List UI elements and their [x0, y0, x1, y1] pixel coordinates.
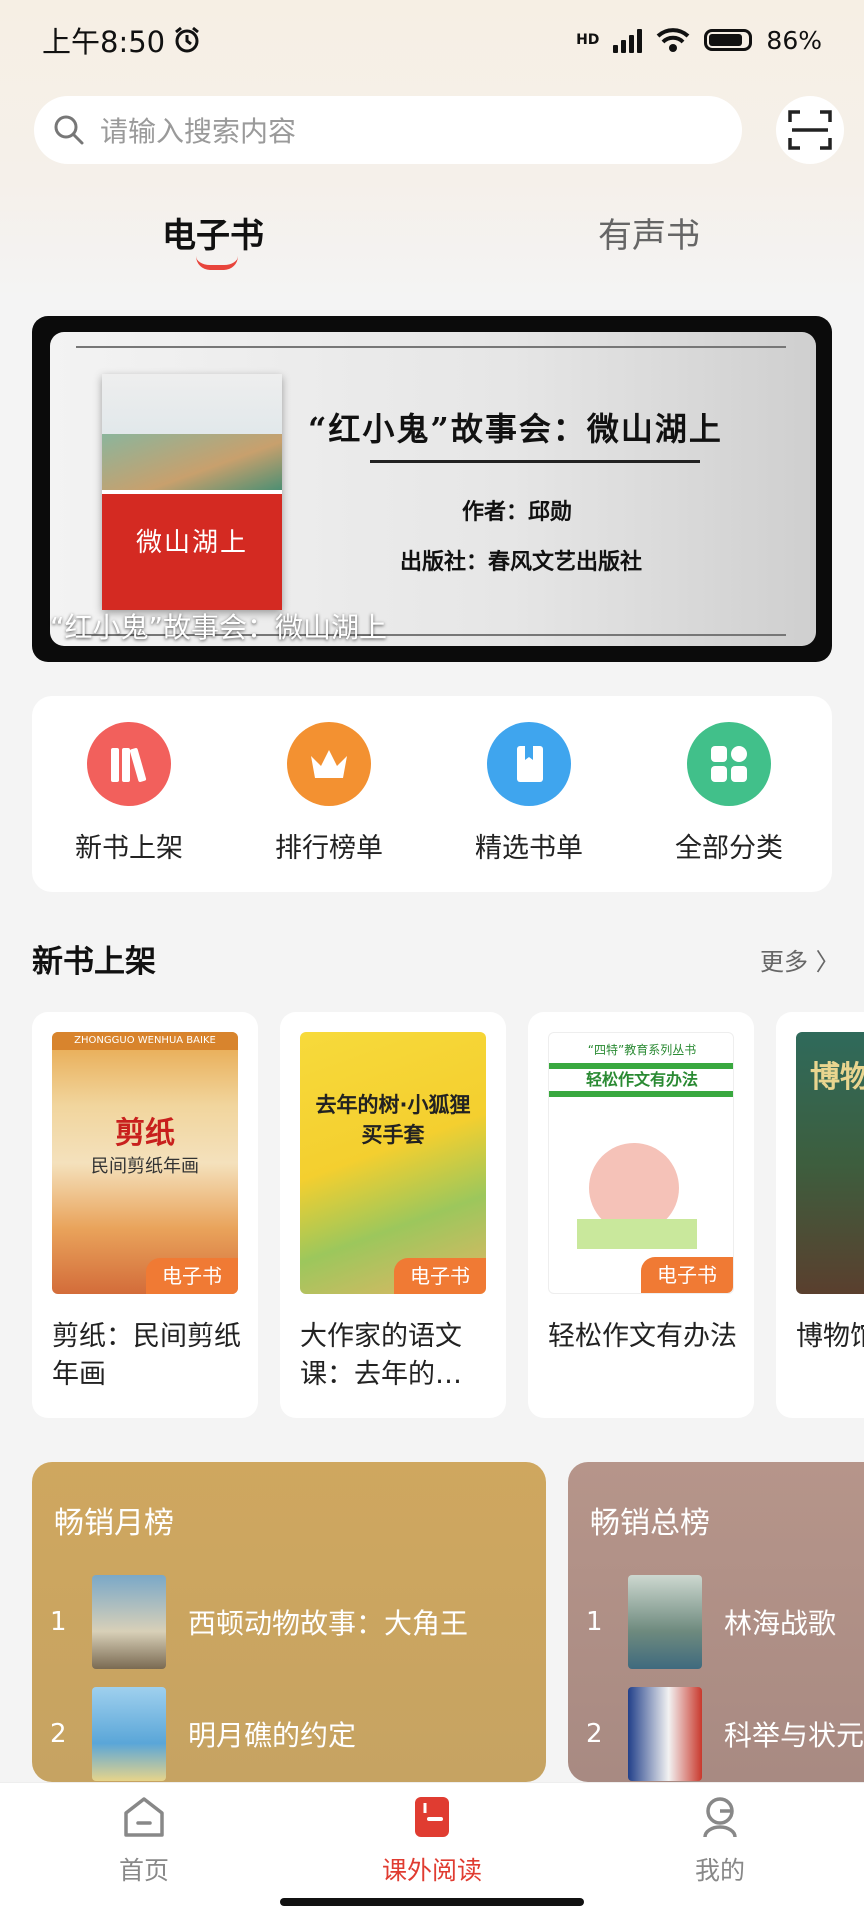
book-title: 剪纸：民间剪纸年画 [52, 1321, 241, 1390]
rank-number: 2 [586, 1719, 603, 1749]
banner-carousel[interactable]: 微山湖上 “红小鬼”故事会：微山湖上 作者：邱勋 出版社：春风文艺出版社 “红小… [32, 316, 832, 662]
battery-level: 86% [766, 25, 822, 55]
banner-rule [370, 460, 700, 463]
grid-icon [687, 722, 771, 806]
menu-label: 新书上架 [75, 833, 183, 864]
ebook-badge: 电子书 [146, 1258, 238, 1294]
status-bar: 上午8:50 HD 86% [0, 0, 864, 80]
bookmark-book-icon [487, 722, 571, 806]
ranking-row[interactable]: 2 科举与状元 [586, 1687, 864, 1781]
ranking-book-title: 科举与状元 [724, 1719, 864, 1752]
menu-categories[interactable]: 全部分类 [644, 722, 814, 865]
ranking-row[interactable]: 1 西顿动物故事：大角王 [50, 1575, 469, 1669]
book-cover: ZHONGGUO WENHUA BAIKE 剪纸 民间剪纸年画 电子书 [52, 1032, 238, 1294]
banner-cover-title: 微山湖上 [135, 528, 248, 558]
rank-number: 1 [586, 1607, 603, 1637]
crown-icon [287, 722, 371, 806]
cover-title: 去年的树·小狐狸买手套 [315, 1093, 471, 1147]
tab-ebook[interactable]: 电子书 [162, 208, 264, 257]
scan-button[interactable] [776, 96, 844, 164]
book-title: 博物馆·洞中 [796, 1321, 864, 1352]
nav-home[interactable]: 首页 [64, 1795, 224, 1887]
book-thumbnail [628, 1575, 702, 1669]
nav-label: 课外阅读 [381, 1856, 482, 1885]
cover-title: 博物 [810, 1060, 864, 1095]
banner-caption: “红小鬼”故事会：微山湖上 [50, 611, 388, 644]
ranking-book-title: 西顿动物故事：大角王 [188, 1607, 469, 1640]
scan-icon [788, 110, 832, 150]
ranking-title: 畅销总榜 [590, 1506, 710, 1541]
cover-title: 剪纸 [115, 1116, 175, 1151]
ebook-badge: 电子书 [394, 1258, 486, 1294]
banner-book-title: “红小鬼”故事会：微山湖上 [308, 410, 723, 448]
nav-label: 首页 [118, 1856, 169, 1885]
book-thumbnail [92, 1687, 166, 1781]
book-card[interactable]: ZHONGGUO WENHUA BAIKE 剪纸 民间剪纸年画 电子书 剪纸：民… [32, 1012, 258, 1418]
status-right: HD 86% [576, 26, 822, 55]
ranking-book-title: 林海战歌 [724, 1607, 837, 1640]
ranking-card-monthly[interactable]: 畅销月榜 1 西顿动物故事：大角王 2 明月礁的约定 [32, 1462, 546, 1782]
banner-publisher: 出版社：春风文艺出版社 [400, 549, 643, 575]
banner-card: 微山湖上 “红小鬼”故事会：微山湖上 作者：邱勋 出版社：春风文艺出版社 [50, 332, 816, 646]
ebook-badge: 电子书 [641, 1257, 733, 1293]
ranking-row[interactable]: 1 林海战歌 [586, 1575, 837, 1669]
book-card[interactable]: 去年的树·小狐狸买手套 电子书 大作家的语文课：去年的… [280, 1012, 506, 1418]
ranking-card-overall[interactable]: 畅销总榜 1 林海战歌 2 科举与状元 [568, 1462, 864, 1782]
cover-title: 轻松作文有办法 [549, 1063, 733, 1097]
search-icon [54, 115, 84, 145]
reading-icon [415, 1797, 449, 1837]
banner-book-cover: 微山湖上 [102, 374, 282, 610]
signal-icon [613, 27, 643, 53]
nav-reading[interactable]: 课外阅读 [352, 1795, 512, 1887]
book-cover: 博物 [796, 1032, 864, 1294]
ranking-row[interactable]: 2 明月礁的约定 [50, 1687, 357, 1781]
book-card[interactable]: 博物 博物馆·洞中 [776, 1012, 864, 1418]
book-card[interactable]: “四特”教育系列丛书 轻松作文有办法 电子书 轻松作文有办法 [528, 1012, 754, 1418]
rank-number: 2 [50, 1719, 67, 1749]
more-link[interactable]: 更多 〉 [760, 942, 840, 977]
home-icon [124, 1797, 164, 1837]
book-cover: “四特”教育系列丛书 轻松作文有办法 电子书 [548, 1032, 734, 1294]
ranking-book-title: 明月礁的约定 [188, 1719, 357, 1752]
status-left: 上午8:50 [42, 19, 201, 61]
wifi-icon [657, 28, 690, 52]
books-icon [87, 722, 171, 806]
menu-label: 精选书单 [475, 833, 583, 864]
status-time: 上午8:50 [42, 25, 166, 59]
menu-label: 排行榜单 [275, 833, 383, 864]
network-label: HD [576, 32, 600, 48]
book-title: 大作家的语文课：去年的… [300, 1321, 462, 1390]
menu-rankings[interactable]: 排行榜单 [244, 722, 414, 865]
banner-divider-top [76, 346, 786, 348]
rank-number: 1 [50, 1607, 67, 1637]
nav-label: 我的 [694, 1856, 745, 1885]
section-title-new-books: 新书上架 [32, 944, 156, 980]
cover-header: ZHONGGUO WENHUA BAIKE [52, 1032, 238, 1050]
book-cover: 去年的树·小狐狸买手套 电子书 [300, 1032, 486, 1294]
menu-booklists[interactable]: 精选书单 [444, 722, 614, 865]
alarm-icon [175, 26, 200, 53]
gesture-home-bar[interactable] [280, 1898, 584, 1906]
menu-label: 全部分类 [675, 833, 783, 864]
profile-icon [703, 1797, 737, 1838]
cover-subtitle: 民间剪纸年画 [91, 1156, 199, 1177]
banner-author: 作者：邱勋 [462, 499, 573, 525]
ranking-title: 畅销月榜 [54, 1506, 174, 1541]
cover-header: “四特”教育系列丛书 [587, 1043, 697, 1057]
search-input[interactable]: 请输入搜索内容 [34, 96, 742, 164]
search-placeholder: 请输入搜索内容 [100, 115, 297, 148]
quick-menu: 新书上架 排行榜单 精选书单 全部分类 [32, 696, 832, 892]
tab-audiobook[interactable]: 有声书 [598, 208, 700, 257]
nav-profile[interactable]: 我的 [640, 1795, 800, 1887]
book-thumbnail [92, 1575, 166, 1669]
menu-new-books[interactable]: 新书上架 [44, 722, 214, 865]
book-title: 轻松作文有办法 [548, 1321, 737, 1352]
book-thumbnail [628, 1687, 702, 1781]
battery-icon [704, 29, 753, 51]
